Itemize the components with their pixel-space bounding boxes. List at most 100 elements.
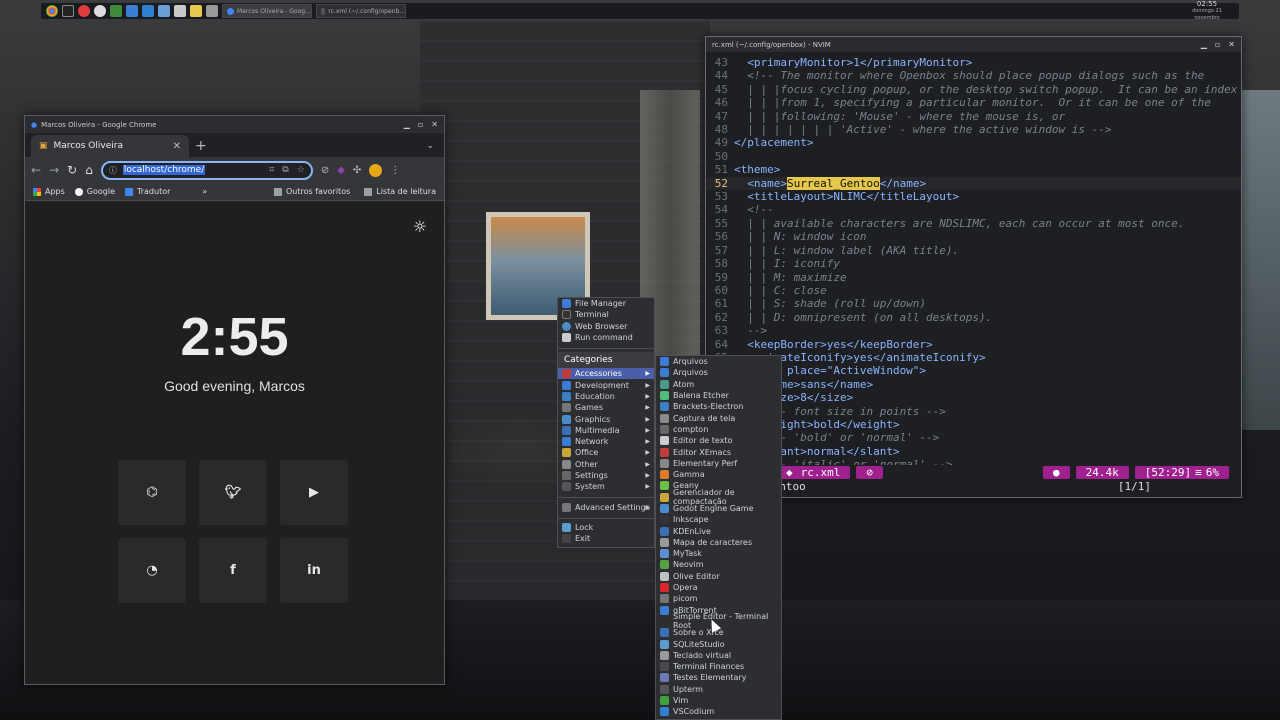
url-text[interactable]: localhost/chrome/ xyxy=(122,165,206,175)
accessories-item[interactable]: Captura de tela xyxy=(656,412,781,423)
accessories-item[interactable]: Testes Elementary xyxy=(656,672,781,683)
menu-item-run-command[interactable]: Run command xyxy=(558,332,654,343)
bookmark-other-favorites[interactable]: Outros favoritos xyxy=(273,187,350,196)
accessories-item[interactable]: Editor de texto xyxy=(656,435,781,446)
accessories-item[interactable]: Vim xyxy=(656,695,781,706)
accessories-item[interactable]: Arquivos xyxy=(656,367,781,378)
accessories-item[interactable]: SQLiteStudio xyxy=(656,638,781,649)
chrome-titlebar[interactable]: ● Marcos Oliveira - Google Chrome ▁ ▫ ✕ xyxy=(25,116,444,133)
accessories-item[interactable]: Teclado virtual xyxy=(656,650,781,661)
facebook-icon[interactable]: f xyxy=(199,538,267,603)
menu-item-web-browser[interactable]: Web Browser xyxy=(558,321,654,332)
taskbar-clock[interactable]: 02:55 domingo 21 novembro xyxy=(1179,0,1239,22)
back-icon[interactable]: ← xyxy=(31,163,41,177)
accessories-item[interactable]: Olive Editor xyxy=(656,571,781,582)
chrome-launcher-icon[interactable] xyxy=(46,5,58,17)
maximize-button[interactable]: ▫ xyxy=(418,120,423,129)
vscodium-launcher-icon[interactable] xyxy=(142,5,154,17)
github-icon[interactable]: ⌬ xyxy=(118,460,186,525)
accessories-item[interactable]: Opera xyxy=(656,582,781,593)
youtube-icon[interactable]: ▶ xyxy=(280,460,348,525)
opera-launcher-icon[interactable] xyxy=(78,5,90,17)
accessories-item[interactable]: Mapa de caracteres xyxy=(656,537,781,548)
menu-item-terminal[interactable]: Terminal xyxy=(558,309,654,320)
files-launcher-icon[interactable] xyxy=(126,5,138,17)
extensions-puzzle-icon[interactable]: ✣ xyxy=(353,165,361,176)
accessories-item[interactable]: Gerenciador de compactação xyxy=(656,488,781,506)
accessories-item[interactable]: Godot Engine Game xyxy=(656,503,781,514)
home-icon[interactable]: ⌂ xyxy=(85,163,93,177)
menu-category-education[interactable]: Education ▶ xyxy=(558,391,654,402)
accessories-item[interactable]: Balena Etcher xyxy=(656,390,781,401)
forward-icon[interactable]: → xyxy=(49,163,59,177)
new-tab-button[interactable]: + xyxy=(195,138,207,157)
system-launcher-icon[interactable] xyxy=(206,5,218,17)
accessories-item[interactable]: picom xyxy=(656,593,781,604)
menu-category-system[interactable]: System ▶ xyxy=(558,481,654,492)
bookmark-apps[interactable]: Apps xyxy=(33,187,65,196)
accessories-item[interactable]: Brackets-Electron xyxy=(656,401,781,412)
notes-launcher-icon[interactable] xyxy=(190,5,202,17)
menu-category-multimedia[interactable]: Multimedia ▶ xyxy=(558,425,654,436)
terminal-launcher-icon[interactable] xyxy=(62,5,74,17)
accessories-item[interactable]: KDEnLive xyxy=(656,525,781,536)
nvim-titlebar[interactable]: rc.xml (~/.config/openbox) - NVIM ▁ ▫ ✕ xyxy=(706,37,1241,52)
accessories-item[interactable]: Atom xyxy=(656,379,781,390)
menu-category-games[interactable]: Games ▶ xyxy=(558,402,654,413)
extension-icon[interactable]: ⊘ xyxy=(321,165,329,176)
browser-launcher-icon[interactable] xyxy=(94,5,106,17)
accessories-item[interactable]: VSCodium xyxy=(656,706,781,717)
minimize-button[interactable]: ▁ xyxy=(404,120,410,129)
reading-list[interactable]: Lista de leitura xyxy=(364,187,436,196)
document-launcher-icon[interactable] xyxy=(174,5,186,17)
twitter-icon[interactable]: 🐦︎ xyxy=(199,460,267,525)
extension-purple-icon[interactable]: ◆ xyxy=(337,165,345,176)
tab-search-icon[interactable]: ⌄ xyxy=(426,141,434,151)
more-bookmarks-icon[interactable]: » xyxy=(202,187,207,196)
avatar[interactable] xyxy=(369,163,383,177)
linkedin-icon[interactable]: in xyxy=(280,538,348,603)
close-button[interactable]: ✕ xyxy=(1228,40,1235,49)
close-button[interactable]: ✕ xyxy=(431,120,438,129)
apps-grid-icon[interactable]: ⌗ xyxy=(269,165,274,175)
menu-category-settings[interactable]: Settings ▶ xyxy=(558,470,654,481)
qbittorrent-launcher-icon[interactable] xyxy=(158,5,170,17)
accessories-item[interactable]: Inkscape xyxy=(656,514,781,525)
accessories-item[interactable]: Gamma xyxy=(656,469,781,480)
taskbar-task-chrome[interactable]: Marcos Oliveira - Goog... xyxy=(222,4,312,18)
accessories-item[interactable]: MyTask xyxy=(656,548,781,559)
reload-icon[interactable]: ↻ xyxy=(67,163,77,177)
menu-kebab-icon[interactable]: ⋮ xyxy=(390,165,400,176)
accessories-item[interactable]: Upterm xyxy=(656,684,781,695)
menu-item-advanced-settings[interactable]: Advanced Settings ▶ xyxy=(558,501,654,512)
neovim-launcher-icon[interactable] xyxy=(110,5,122,17)
menu-category-office[interactable]: Office ▶ xyxy=(558,447,654,458)
tab-active[interactable]: ▣ Marcos Oliveira ✕ xyxy=(31,135,189,157)
command-line[interactable]: Gentoo [1/1] xyxy=(706,480,1241,494)
bookmark-star-icon[interactable]: ☆ xyxy=(297,165,305,175)
menu-item-file-manager[interactable]: File Manager xyxy=(558,298,654,309)
accessories-item[interactable]: Editor XEmacs xyxy=(656,446,781,457)
accessories-item[interactable]: Elementary Perf xyxy=(656,458,781,469)
menu-category-accessories[interactable]: Accessories ▶ xyxy=(558,368,654,380)
maximize-button[interactable]: ▫ xyxy=(1215,40,1220,49)
translate-icon[interactable]: ⧉ xyxy=(282,165,288,175)
accessories-item[interactable]: Neovim xyxy=(656,559,781,570)
editor-buffer[interactable]: 43 <primaryMonitor>1</primaryMonitor> 44 … xyxy=(706,52,1241,465)
minimize-button[interactable]: ▁ xyxy=(1201,40,1207,49)
menu-item-lock[interactable]: Lock xyxy=(558,522,654,533)
taskbar-task-nvim[interactable]: rc.xml (~/.config/openb... xyxy=(316,4,406,18)
accessories-item[interactable]: compton xyxy=(656,424,781,435)
theme-toggle-sun-icon[interactable]: ☼ xyxy=(413,217,427,236)
menu-item-exit[interactable]: Exit xyxy=(558,533,654,544)
address-bar[interactable]: ⓘ localhost/chrome/ ⌗ ⧉ ☆ xyxy=(100,160,313,180)
menu-category-other[interactable]: Other ▶ xyxy=(558,459,654,470)
menu-category-graphics[interactable]: Graphics ▶ xyxy=(558,413,654,424)
menu-category-development[interactable]: Development ▶ xyxy=(558,379,654,390)
bookmark-google[interactable]: Google xyxy=(74,187,115,196)
rss-icon[interactable]: ◔ xyxy=(118,538,186,603)
menu-category-network[interactable]: Network ▶ xyxy=(558,436,654,447)
bookmark-tradutor[interactable]: Tradutor xyxy=(125,187,170,196)
accessories-item[interactable]: Terminal Finances xyxy=(656,661,781,672)
tab-close-icon[interactable]: ✕ xyxy=(173,141,181,152)
